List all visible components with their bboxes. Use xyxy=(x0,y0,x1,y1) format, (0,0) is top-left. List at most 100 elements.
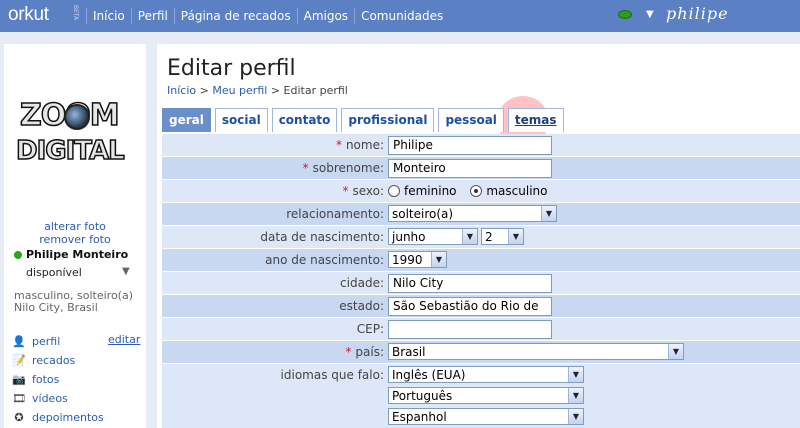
mes-nascimento-select[interactable]: junho ▼ xyxy=(388,228,478,245)
idioma3-select[interactable]: Espanhol ▼ xyxy=(388,408,584,425)
sidebar-item-perfil[interactable]: 👤 perfil xyxy=(12,332,104,351)
form-row-pais: * país: Brasil ▼ xyxy=(162,341,800,364)
orkut-logo[interactable]: orkut BETA xyxy=(8,4,86,28)
form-row-nome: * nome: Philipe xyxy=(162,134,800,157)
idioma1-select[interactable]: Inglês (EUA) ▼ xyxy=(388,366,584,383)
presence-chevron-icon[interactable]: ▼ xyxy=(122,266,130,277)
beta-label: BETA xyxy=(72,5,79,21)
photo-links: alterar foto remover foto xyxy=(4,220,146,246)
chevron-down-icon[interactable]: ▼ xyxy=(568,367,583,382)
sidebar-item-label[interactable]: vídeos xyxy=(32,392,68,405)
top-nav: Início Perfil Página de recados Amigos C… xyxy=(86,0,449,32)
chevron-down-icon[interactable]: ▼ xyxy=(541,206,556,221)
nav-amigos[interactable]: Amigos xyxy=(296,8,354,24)
breadcrumb-home[interactable]: Início xyxy=(167,84,196,97)
breadcrumb: Início > Meu perfil > Editar perfil xyxy=(167,84,348,97)
breadcrumb-sep: > xyxy=(270,84,281,97)
chevron-down-icon[interactable]: ▼ xyxy=(508,229,523,244)
form-row-nascimento: data de nascimento: junho ▼ 2 ▼ xyxy=(162,226,800,249)
pais-label: * país: xyxy=(345,345,384,359)
breadcrumb-profile[interactable]: Meu perfil xyxy=(212,84,267,97)
tab-profissional[interactable]: profissional xyxy=(341,108,435,132)
form-row-relacionamento: relacionamento: solteiro(a) ▼ xyxy=(162,203,800,226)
sidebar-item-videos[interactable]: 🎞 vídeos xyxy=(12,389,104,408)
breadcrumb-sep: > xyxy=(199,84,209,97)
estado-label: estado: xyxy=(339,299,384,313)
avatar-line2: DIGITAL xyxy=(15,135,125,167)
presence-status[interactable]: disponível xyxy=(26,266,82,279)
form-row-cidade: cidade: Nilo City xyxy=(162,272,800,295)
idioma2-select[interactable]: Português ▼ xyxy=(388,387,584,404)
top-bar: orkut BETA Início Perfil Página de recad… xyxy=(0,0,800,32)
left-nav: 👤 perfil editar 📝 recados 📷 fotos 🎞 víde… xyxy=(12,332,140,427)
sidebar-item-label[interactable]: depoimentos xyxy=(32,411,104,424)
remove-photo-link[interactable]: remover foto xyxy=(4,233,146,246)
chevron-down-icon[interactable]: ▼ xyxy=(431,252,446,267)
chevron-down-icon[interactable]: ▼ xyxy=(568,388,583,403)
radio-selected-icon xyxy=(470,185,483,197)
nascimento-label: data de nascimento: xyxy=(260,230,384,244)
cep-input[interactable] xyxy=(388,320,552,339)
chevron-down-icon[interactable]: ▼ xyxy=(462,229,477,244)
relacionamento-select[interactable]: solteiro(a) ▼ xyxy=(388,205,557,222)
edit-profile-link[interactable]: editar xyxy=(108,333,140,346)
sobrenome-label: * sobrenome: xyxy=(302,161,384,175)
profile-tabs: geral social contato profissional pessoa… xyxy=(162,108,568,132)
avatar[interactable]: ZOOM DIGITAL xyxy=(12,94,140,204)
chevron-down-icon[interactable]: ▼ xyxy=(668,344,683,359)
sidebar-item-fotos[interactable]: 📷 fotos xyxy=(12,370,104,389)
sidebar-item-label[interactable]: fotos xyxy=(32,373,59,386)
film-icon: 🎞 xyxy=(12,391,26,405)
nav-pagina-de-recados[interactable]: Página de recados xyxy=(173,8,297,24)
profile-form: * nome: Philipe * sobrenome: Monteiro * sex… xyxy=(162,134,800,428)
pais-select[interactable]: Brasil ▼ xyxy=(388,343,684,360)
nav-inicio[interactable]: Início xyxy=(86,8,131,24)
chevron-down-icon[interactable]: ▼ xyxy=(568,409,583,424)
sobrenome-input[interactable]: Monteiro xyxy=(388,159,552,178)
form-row-idiomas: idiomas que falo: Inglês (EUA) ▼ Portuguê… xyxy=(162,364,800,428)
tab-geral[interactable]: geral xyxy=(162,108,211,132)
tab-temas[interactable]: temas xyxy=(507,108,564,132)
form-row-estado: estado: São Sebastião do Rio de xyxy=(162,295,800,318)
user-info: masculino, solteiro(a) Nilo City, Brasil xyxy=(14,290,133,314)
sexo-masculino-radio[interactable]: masculino xyxy=(470,184,547,198)
tab-contato[interactable]: contato xyxy=(271,108,338,132)
dia-nascimento-select[interactable]: 2 ▼ xyxy=(481,228,524,245)
cidade-label: cidade: xyxy=(340,276,384,290)
camera-icon: 📷 xyxy=(12,372,26,386)
change-photo-link[interactable]: alterar foto xyxy=(4,220,146,233)
star-icon: ✪ xyxy=(14,410,24,424)
nav-comunidades[interactable]: Comunidades xyxy=(354,8,449,24)
cep-label: CEP: xyxy=(356,322,384,336)
relacionamento-label: relacionamento: xyxy=(286,207,384,221)
form-row-sexo: * sexo: feminino masculino xyxy=(162,180,800,203)
top-username[interactable]: philipe xyxy=(666,4,729,23)
tab-pessoal[interactable]: pessoal xyxy=(438,108,504,132)
top-user-area: ▼ philipe xyxy=(610,0,800,32)
radio-circle-icon xyxy=(388,185,400,197)
nome-input[interactable]: Philipe xyxy=(388,136,552,155)
ano-nascimento-select[interactable]: 1990 ▼ xyxy=(388,251,447,268)
chevron-down-icon[interactable]: ▼ xyxy=(646,9,654,20)
logo-text: orkut xyxy=(8,4,49,25)
sidebar-item-depoimentos[interactable]: ✪ depoimentos xyxy=(12,408,104,427)
sidebar-item-label[interactable]: recados xyxy=(32,354,75,367)
form-row-cep: CEP: xyxy=(162,318,800,341)
sexo-label: * sexo: xyxy=(342,184,384,198)
sidebar-item-recados[interactable]: 📝 recados xyxy=(12,351,104,370)
nav-perfil[interactable]: Perfil xyxy=(130,8,174,24)
tab-social[interactable]: social xyxy=(214,108,268,132)
nome-label: * nome: xyxy=(335,138,384,152)
user-name: Philipe Monteiro xyxy=(14,248,128,261)
main-panel: Editar perfil Início > Meu perfil > Edit… xyxy=(157,44,800,428)
sidebar-item-label[interactable]: perfil xyxy=(32,335,60,348)
estado-input[interactable]: São Sebastião do Rio de xyxy=(388,297,552,316)
user-info-line2: Nilo City, Brasil xyxy=(14,301,98,314)
cidade-input[interactable]: Nilo City xyxy=(388,274,552,293)
page-title: Editar perfil xyxy=(167,56,296,81)
online-status-icon[interactable] xyxy=(618,10,632,19)
sexo-feminino-radio[interactable]: feminino xyxy=(388,184,457,198)
idiomas-label: idiomas que falo: xyxy=(280,368,384,382)
form-row-ano: ano de nascimento: 1990 ▼ xyxy=(162,249,800,272)
breadcrumb-current: Editar perfil xyxy=(283,84,348,97)
